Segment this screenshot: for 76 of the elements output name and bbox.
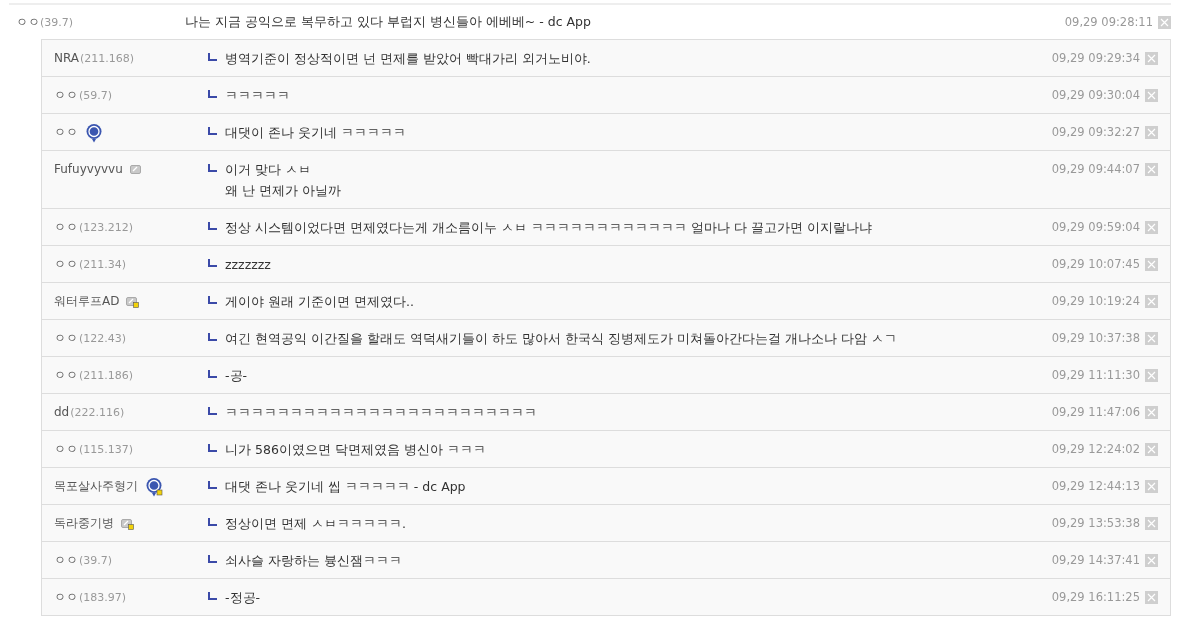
delete-icon[interactable] <box>1145 480 1158 493</box>
author-name: 독라중기병 <box>54 516 114 531</box>
delete-icon[interactable] <box>1145 554 1158 567</box>
delete-icon[interactable] <box>1158 15 1171 29</box>
author-name: dd <box>54 405 70 420</box>
delete-icon[interactable] <box>1145 591 1158 604</box>
comment-time: 09,29 10:19:24 <box>1051 294 1140 309</box>
reply-text: 왜 난 면제가 아닐까 <box>225 183 341 198</box>
comment-time: 09,29 13:53:38 <box>1051 516 1140 531</box>
comment-time: 09,29 12:44:13 <box>1051 479 1140 494</box>
ip-address: (122.43) <box>79 331 127 346</box>
reply-text: 정상 시스템이었다면 면제였다는게 개소름이누 ㅅㅂ ㅋㅋㅋㅋㅋㅋㅋㅋㅋㅋㅋㅋ 얼마나 다 끌고가면 이지랄나냐 <box>225 220 872 235</box>
author-name: ㅇㅇ <box>54 125 78 140</box>
delete-icon[interactable] <box>1145 443 1158 456</box>
author-name: ㅇㅇ <box>16 13 40 31</box>
comment-time: 09,29 09:44:07 <box>1051 162 1140 177</box>
ip-address: (211.34) <box>79 257 127 272</box>
comment-time: 09,29 11:11:30 <box>1051 368 1140 383</box>
author-name: NRA <box>54 51 80 66</box>
comment-time: 09,29 09:29:34 <box>1051 51 1140 66</box>
author-name: 목포살사주형기 <box>54 479 138 494</box>
author-name: ㅇㅇ <box>54 368 78 383</box>
delete-icon[interactable] <box>1145 369 1158 382</box>
author-name: Fufuyvyvvu <box>54 162 123 177</box>
reply-text: -정공- <box>225 590 261 605</box>
reply-text: zzzzzzz <box>225 257 271 272</box>
reply-text: 이거 맞다 ㅅㅂ <box>225 162 312 177</box>
delete-icon[interactable] <box>1145 89 1158 102</box>
comment-text: 나는 지금 공익으로 복무하고 있다 부럽지 병신들아 에베베~ - dc App <box>185 13 592 31</box>
ip-address: (183.97) <box>79 590 127 605</box>
author-name: 워터루프AD <box>54 294 120 309</box>
delete-icon[interactable] <box>1145 126 1158 139</box>
reply-text: 정상이면 면제 ㅅㅂㅋㅋㅋㅋㅋ. <box>225 516 406 531</box>
comment-time: 09,29 11:47:06 <box>1051 405 1140 420</box>
reply-text: ㅋㅋㅋㅋㅋ <box>225 88 290 103</box>
ip-address: (115.137) <box>79 442 134 457</box>
comment-time: 09,29 14:37:41 <box>1051 553 1140 568</box>
reply-text: ㅋㅋㅋㅋㅋㅋㅋㅋㅋㅋㅋㅋㅋㅋㅋㅋㅋㅋㅋㅋㅋㅋㅋㅋ <box>225 405 537 420</box>
author-name: ㅇㅇ <box>54 442 78 457</box>
delete-icon[interactable] <box>1145 221 1158 234</box>
delete-icon[interactable] <box>1145 52 1158 65</box>
ip-address: (211.186) <box>79 368 134 383</box>
delete-icon[interactable] <box>1145 258 1158 271</box>
comment-time: 09,29 10:37:38 <box>1051 331 1140 346</box>
author-name: ㅇㅇ <box>54 220 78 235</box>
ip-address: (211.168) <box>80 51 135 66</box>
comment-time: 09,29 10:07:45 <box>1051 257 1140 272</box>
author-name: ㅇㅇ <box>54 331 78 346</box>
author-name: ㅇㅇ <box>54 590 78 605</box>
reply-text: -공- <box>225 368 248 383</box>
reply-text: 대댓 존나 웃기네 씹 ㅋㅋㅋㅋㅋ - dc App <box>225 479 466 494</box>
reply-text: 니가 586이였으면 닥면제였음 병신아 ㅋㅋㅋ <box>225 442 486 457</box>
author-name: ㅇㅇ <box>54 553 78 568</box>
reply-text: 여긴 현역공익 이간질을 할래도 역덕새기들이 하도 많아서 한국식 징병제도가 미쳐돌아간다는걸 개나소나 다암 ㅅㄱ <box>225 331 897 346</box>
ip-address: (59.7) <box>79 88 113 103</box>
reply-text: 게이야 원래 기준이면 면제였다.. <box>225 294 414 309</box>
delete-icon[interactable] <box>1145 163 1158 176</box>
reply-text: 병역기준이 정상적이면 넌 면제를 받았어 빡대가리 외거노비야. <box>225 51 591 66</box>
author-name: ㅇㅇ <box>54 257 78 272</box>
delete-icon[interactable] <box>1145 295 1158 308</box>
ip-address: (123.212) <box>79 220 134 235</box>
comment-time: 09,29 12:24:02 <box>1051 442 1140 457</box>
ip-address: (39.7) <box>40 15 74 29</box>
author-name: ㅇㅇ <box>54 88 78 103</box>
comment-time: 09,29 16:11:25 <box>1051 590 1140 605</box>
reply-text: 쇠사슬 자랑하는 븅신잼ㅋㅋㅋ <box>225 553 402 568</box>
comment-time: 09,29 09:32:27 <box>1051 125 1140 140</box>
reply-text: 대댓이 존나 웃기네 ㅋㅋㅋㅋㅋ <box>225 125 406 140</box>
comment-time: 09,29 09:59:04 <box>1051 220 1140 235</box>
ip-address: (39.7) <box>79 553 113 568</box>
ip-address: (222.116) <box>70 405 125 420</box>
delete-icon[interactable] <box>1145 332 1158 345</box>
comment-time: 09,29 09:28:11 <box>1064 15 1153 29</box>
comment-time: 09,29 09:30:04 <box>1051 88 1140 103</box>
delete-icon[interactable] <box>1145 517 1158 530</box>
delete-icon[interactable] <box>1145 406 1158 419</box>
